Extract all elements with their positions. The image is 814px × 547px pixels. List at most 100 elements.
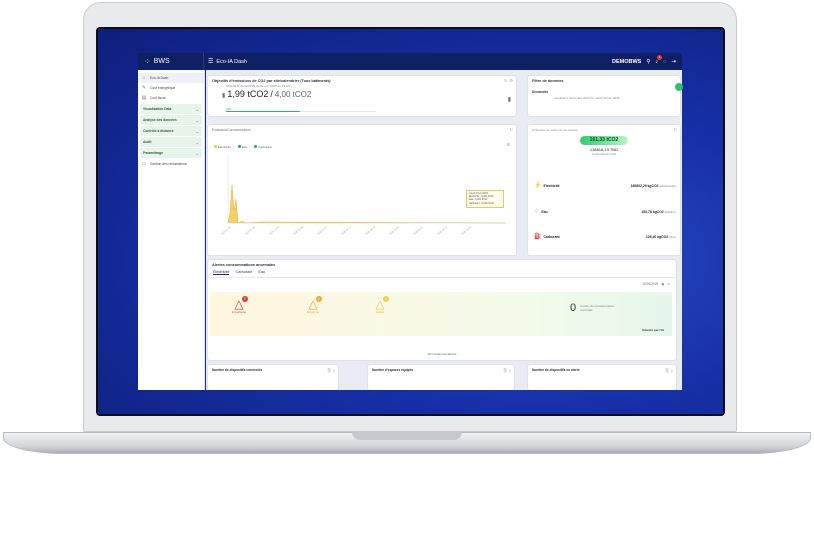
sidebar-section-label: Audit: [143, 140, 152, 144]
help-icon[interactable]: ◌: [663, 59, 666, 65]
export-icon[interactable]: ⎘: [666, 368, 669, 373]
progress-label: 49%: [226, 108, 232, 111]
chevron-down-icon: ⌄: [195, 106, 199, 112]
legend-label: Carburant: [258, 145, 272, 149]
sidebar-item-energy-cost[interactable]: ✎ Coût énérgétique: [138, 83, 204, 93]
chevron-down-icon: ⌄: [195, 139, 199, 145]
filter-toggle-button[interactable]: [675, 83, 683, 91]
calendar-icon[interactable]: ▦: [661, 282, 664, 286]
notification-badge: 1: [657, 54, 663, 60]
alerts-date-value[interactable]: 10/06/2025: [642, 282, 658, 286]
sidebar-section-label: Contrôle à distance: [143, 129, 174, 133]
document-icon[interactable]: ▯: [671, 368, 673, 373]
notification-bell-icon[interactable]: ♪ 1: [655, 54, 663, 65]
chevron-down-icon: ⌄: [195, 117, 199, 123]
refresh-icon[interactable]: ↻: [504, 78, 507, 83]
warning-triangle-icon: △ 0: [234, 296, 248, 310]
user-name[interactable]: DEMOBWS: [612, 59, 641, 65]
alert-level-important[interactable]: △ 0 Importante: [224, 296, 254, 314]
legend-item-fuel[interactable]: Carburant: [254, 145, 272, 149]
menu-toggle-icon[interactable]: ☰: [208, 58, 213, 65]
sidebar-section-analysis[interactable]: Analyse des données ⌄: [140, 115, 202, 125]
filter-date-range[interactable]: vendredi 1 novembre 2024 Au mardi 10 jui…: [528, 96, 680, 100]
x-tick-label: 2025-01-06: [293, 225, 305, 236]
card-actions: ⎘ ▯: [666, 368, 673, 373]
main-content: Objectifs d'émissions de CO2 par site/ca…: [206, 70, 683, 390]
logout-icon[interactable]: ⇥: [671, 59, 676, 65]
sidebar-section-visualisation[interactable]: Visualisation Data ⌄: [140, 104, 202, 114]
emissions-row-label: Electricité: [543, 183, 560, 188]
legend-label: Électricité: [218, 145, 232, 149]
card-title: Nombre de dispositifs connectés: [212, 368, 263, 372]
tab-electricity[interactable]: Électricité: [213, 270, 230, 275]
card-title: Objectifs d'émissions de CO2 par site/ca…: [212, 79, 331, 83]
sidebar-item-fiscal-cost[interactable]: ▤ Coût fiscal: [138, 93, 204, 103]
chart-tooltip: Lundi 4 Nov 2024 Electricité : 0,031 tCO…: [466, 190, 504, 208]
legend-item-electricity[interactable]: Électricité: [214, 145, 231, 149]
document-icon[interactable]: ▯: [333, 368, 335, 373]
export-icon[interactable]: ⎘: [504, 368, 507, 373]
ai-anomaly-summary: 0 Conso. de consommation anormale: [570, 302, 620, 314]
pen-icon: ✎: [141, 85, 147, 91]
legend-item-water[interactable]: Eau: [238, 145, 247, 149]
alert-level-medium[interactable]: △ 0 Moyenne: [298, 296, 328, 314]
see-all-alerts-link[interactable]: Voir toutes les alertes: [208, 352, 676, 356]
tab-fuel[interactable]: Carburant: [235, 270, 252, 275]
chart-menu-icon[interactable]: ≡: [507, 142, 510, 148]
emissions-row-unit: (litre): [669, 234, 676, 239]
sidebar-section-audit[interactable]: Audit ⌄: [140, 137, 202, 147]
x-tick-labels: 2024-11-04 2024-11-25 2024-12-16 2025-01…: [221, 225, 473, 236]
card-title: Emissions/Consommations: [212, 128, 251, 132]
x-tick-label: 2025-02-17: [341, 225, 353, 236]
card-title: Nombre d'espaces équipés: [372, 368, 414, 372]
settings-icon[interactable]: ⚙: [509, 78, 513, 83]
emissions-row-unit: (kilokilowatt): [659, 183, 676, 188]
tooltip-line: Carburant : 0,002 tCO2: [469, 201, 494, 205]
fuel-icon: ⛽: [534, 234, 542, 240]
card-actions: ↻: [674, 127, 677, 132]
emissions-row-value: 153,78 kgCO2: [641, 209, 664, 214]
x-tick-label: 2025-05-12: [437, 225, 449, 236]
card-actions: ⎘ ▯: [504, 368, 511, 373]
sidebar-item-label: Eco-IA Dash: [150, 76, 169, 80]
tab-water[interactable]: Eau: [258, 270, 265, 275]
x-tick-label: 2024-11-25: [245, 225, 257, 235]
logo-icon: ⁘: [144, 57, 151, 66]
refresh-icon[interactable]: ↻: [510, 127, 513, 132]
sidebar-item-complaints[interactable]: ▭ Gestion des réclamations: [138, 159, 204, 169]
export-icon[interactable]: ⎘: [328, 368, 331, 373]
home-icon: ⌂: [142, 75, 146, 81]
sidebar-item-label: Coût énérgétique: [150, 86, 176, 90]
detected-by-ai: Détecté par l'IA: [642, 328, 664, 332]
x-tick-label: 2025-03-10: [365, 225, 377, 236]
sidebar-section-remote-control[interactable]: Contrôle à distance ⌄: [140, 126, 202, 136]
alerts-summary-band: △ 0 Importante △ 0 Moyenne △ 0 Faible 0 …: [210, 292, 672, 336]
brand-logo[interactable]: ⁘ BWS: [138, 53, 204, 70]
emissions-row-water: ♢ Eau 153,78 kgCO2 (kilolitre): [534, 208, 676, 215]
alert-level-low[interactable]: △ 0 Faible: [365, 296, 395, 314]
data-filter-card: Filtre de données Demandés vendredi 1 no…: [528, 76, 683, 116]
refresh-icon[interactable]: ↻: [674, 127, 677, 132]
anomaly-count: 0: [570, 302, 577, 314]
x-tick-label: 2024-12-16: [269, 225, 281, 236]
user-icon[interactable]: ⚲: [646, 59, 650, 65]
app-title: Eco-IA Dash: [216, 58, 247, 65]
sidebar-section-settings[interactable]: Paramétrage ⌄: [140, 148, 202, 158]
consumption-chart-card: Emissions/Consommations ↻ Électricité Ea…: [208, 125, 516, 255]
electricity-series-line: [227, 184, 507, 224]
x-tick-label: 2025-03-31: [389, 225, 401, 236]
card-actions: ↻ ⚙: [504, 78, 513, 83]
card-title: Emissions de Carbone par activité: [532, 128, 578, 132]
emissions-row-fuel: ⛽ Carburant 128,40 kgCO2 (litre): [534, 233, 676, 240]
chevron-down-icon: ⌄: [195, 128, 199, 134]
card-title: Nombre de dispositifs en alerte: [532, 368, 580, 372]
sidebar-section-label: Visualisation Data: [143, 107, 172, 111]
refresh-icon[interactable]: ↻: [667, 282, 670, 286]
objective-progress-fill: [226, 111, 300, 112]
document-icon[interactable]: ▯: [509, 368, 511, 373]
sidebar-item-eco-ia-dash[interactable]: ⌂ Eco-IA Dash: [138, 73, 204, 83]
co2-target: 4,00 tCO2: [274, 90, 312, 99]
co2-values: ▮ 1,99 tCO2 / 4,00 tCO2: [208, 89, 516, 99]
card-title: Alertes consommations anormales: [212, 263, 276, 267]
alert-tabs: Électricité Carburant Eau: [208, 268, 676, 278]
